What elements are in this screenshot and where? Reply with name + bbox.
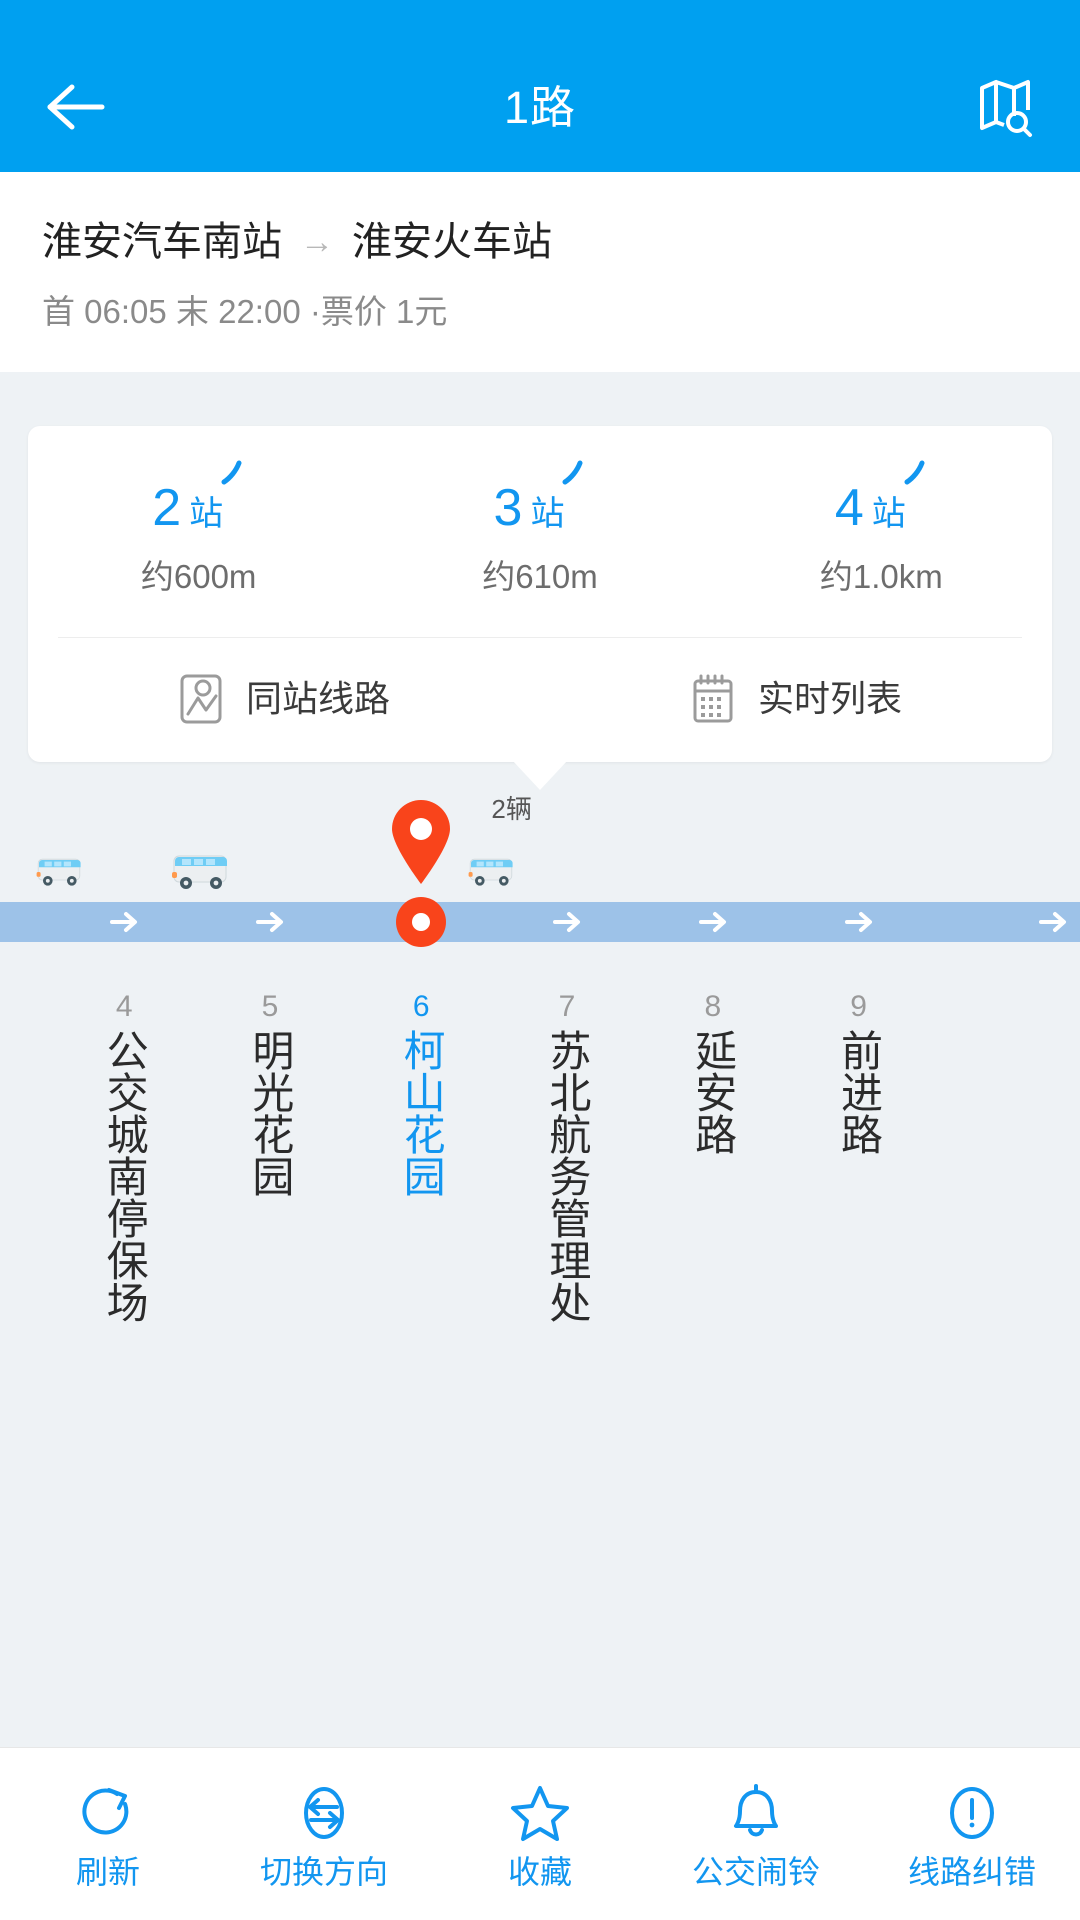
lane-arrow-icon xyxy=(256,911,283,932)
card-actions: 同站线路 实时列表 xyxy=(28,638,1052,762)
station-name: 前进路 xyxy=(835,1028,883,1155)
station-number: 4 xyxy=(115,989,133,1023)
route-lane-strip xyxy=(0,901,1080,942)
bus-icon[interactable] xyxy=(466,854,517,889)
station-item-7[interactable]: 7 苏北航务管理处 xyxy=(530,990,604,1328)
route-destination: 淮安火车站 xyxy=(352,220,552,264)
nearby-stats: 2站 约600m 3站 约610m 4 站 约1.0km xyxy=(28,426,1052,637)
station-number: 9 xyxy=(850,989,867,1023)
station-item-6-current[interactable]: 6 柯山花园 xyxy=(384,990,458,1202)
station-item-5[interactable]: 5 明光花园 xyxy=(233,990,307,1202)
station-name: 公交城南停保场 xyxy=(101,1028,149,1323)
stat-count-1: 3 xyxy=(493,478,523,537)
stat-distance-2: 约1.0km xyxy=(819,557,943,595)
station-number: 8 xyxy=(704,989,722,1023)
refresh-label: 刷新 xyxy=(75,1854,140,1890)
swap-direction-icon xyxy=(293,1780,355,1846)
bus-alarm-button[interactable]: 公交闹铃 xyxy=(648,1780,864,1888)
station-item-4[interactable]: 4 公交城南停保场 xyxy=(87,990,161,1328)
station-card-wrap: 2站 约600m 3站 约610m 4 站 约1.0km 同站线路 实时列表 xyxy=(0,372,1080,790)
stat-unit-1: 站 xyxy=(530,494,565,533)
station-info-card: 2站 约600m 3站 约610m 4 站 约1.0km 同站线路 实时列表 xyxy=(28,425,1052,790)
station-item-9[interactable]: 9 前进路 xyxy=(822,990,896,1160)
realtime-list-button[interactable]: 实时列表 xyxy=(540,672,1052,726)
refresh-button[interactable]: 刷新 xyxy=(0,1780,216,1888)
stat-distance-0: 约600m xyxy=(140,557,257,595)
station-number: 5 xyxy=(261,989,279,1023)
favorite-label: 收藏 xyxy=(507,1854,572,1890)
lane-arrow-icon xyxy=(698,911,726,932)
arrive-tick-icon xyxy=(904,460,925,485)
route-arrow-icon: → xyxy=(300,223,334,261)
lane-arrow-icon xyxy=(1039,911,1066,932)
header-inner: 1路 xyxy=(0,60,1080,172)
station-number: 6 xyxy=(412,989,430,1023)
app-header: 1路 xyxy=(0,0,1080,172)
route-info: 淮安汽车南站 → 淮安火车站 首 06:05 末 22:00 ·票价 1元 xyxy=(0,172,1080,372)
route-origin: 淮安汽车南站 xyxy=(42,220,282,264)
stat-distance-1: 约610m xyxy=(482,557,598,595)
station-name: 延安路 xyxy=(689,1028,737,1155)
bottom-toolbar: 刷新 切换方向 收藏 公交闹铃 线路纠错 xyxy=(0,1747,1080,1920)
station-list: 4 公交城南停保场 5 明光花园 6 柯山花园 7 苏北航务管理处 8 延安路 … xyxy=(0,980,1080,1747)
report-error-icon xyxy=(941,1780,1003,1846)
same-station-routes-label: 同站线路 xyxy=(245,677,390,719)
favorite-button[interactable]: 收藏 xyxy=(432,1780,648,1888)
arrive-tick-icon xyxy=(221,460,242,485)
map-pin-route-icon xyxy=(178,672,224,726)
realtime-list-label: 实时列表 xyxy=(757,677,902,719)
station-name: 明光花园 xyxy=(246,1028,294,1197)
lane-arrow-icon xyxy=(553,911,580,932)
bus-lane-area: 2辆 xyxy=(0,780,1080,980)
star-icon xyxy=(507,1780,573,1846)
stat-count-0: 2 xyxy=(152,478,182,537)
stat-top-1: 3站 xyxy=(493,460,587,537)
bell-icon xyxy=(725,1780,787,1846)
stat-top-2: 4站 xyxy=(834,460,928,537)
report-error-label: 线路纠错 xyxy=(907,1854,1036,1890)
refresh-icon xyxy=(77,1780,139,1846)
map-search-button[interactable] xyxy=(956,67,1036,147)
bus-count-badge: 2辆 xyxy=(491,793,532,824)
bus-icon[interactable] xyxy=(34,854,85,889)
lane-arrow-icon xyxy=(844,911,872,932)
station-name: 苏北航务管理处 xyxy=(543,1028,591,1323)
swap-direction-button[interactable]: 切换方向 xyxy=(216,1780,432,1888)
lane-arrow-icon xyxy=(110,911,138,932)
stat-unit-0: 站 xyxy=(189,494,224,533)
stat-count-2: 4 xyxy=(834,478,864,537)
current-station-dot[interactable] xyxy=(396,896,447,947)
arrive-tick-icon xyxy=(562,460,583,485)
stat-item-1[interactable]: 3站 约610m xyxy=(369,460,710,595)
back-button[interactable] xyxy=(44,67,124,147)
swap-direction-label: 切换方向 xyxy=(259,1854,388,1890)
route-schedule: 首 06:05 末 22:00 ·票价 1元 xyxy=(42,293,448,330)
station-name: 柯山花园 xyxy=(398,1028,446,1197)
bus-row: 2辆 xyxy=(0,780,1080,902)
realtime-list-icon xyxy=(690,672,736,726)
current-location-pin-icon[interactable] xyxy=(388,798,454,886)
route-direction: 淮安汽车南站 → 淮安火车站 xyxy=(42,218,1038,266)
stat-item-2[interactable]: 4站 约1.0km xyxy=(711,460,1052,595)
stat-item-0[interactable]: 2站 约600m xyxy=(28,460,369,595)
bus-icon[interactable] xyxy=(168,850,232,894)
stat-unit-2: 站 xyxy=(871,494,906,533)
station-number: 7 xyxy=(558,989,576,1023)
stat-top-0: 2站 xyxy=(152,460,245,537)
map-search-icon xyxy=(980,80,1032,137)
station-item-8[interactable]: 8 延安路 xyxy=(676,990,750,1160)
back-arrow-icon xyxy=(47,84,105,130)
report-error-button[interactable]: 线路纠错 xyxy=(864,1780,1080,1888)
bus-alarm-label: 公交闹铃 xyxy=(691,1854,820,1890)
same-station-routes-button[interactable]: 同站线路 xyxy=(28,672,540,726)
page-title: 1路 xyxy=(503,81,577,133)
bus-route-screen: 1路 淮安汽车南站 → 淮安火车站 首 06:05 末 22:00 ·票价 1元 xyxy=(0,0,1080,1920)
